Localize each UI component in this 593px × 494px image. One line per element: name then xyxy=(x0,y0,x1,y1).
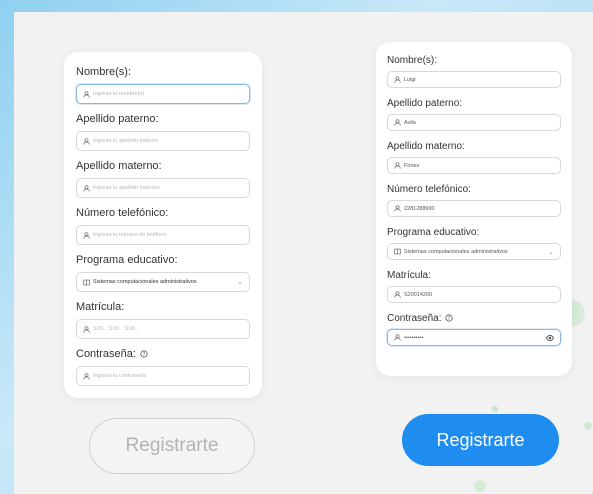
phone-placeholder: Ingresa tu número de teléfono xyxy=(93,232,167,238)
user-icon xyxy=(394,334,404,341)
field-label: Programa educativo: xyxy=(76,254,178,266)
maternal-surname-value: Flores xyxy=(404,162,420,169)
decor-dot xyxy=(474,480,486,492)
user-icon xyxy=(394,162,404,169)
field-label: Contraseña:? xyxy=(387,312,561,325)
decor-dot xyxy=(492,406,498,412)
register-button[interactable]: Registrarte xyxy=(402,414,559,466)
program-select[interactable]: Sistemas computacionales administrativos… xyxy=(76,272,250,292)
field-label: Apellido paterno: xyxy=(76,113,159,125)
user-icon xyxy=(83,372,93,380)
book-icon xyxy=(83,279,93,286)
eye-icon[interactable] xyxy=(546,334,554,342)
field-label: Contraseña:? xyxy=(76,348,250,361)
canvas: Nombre(s): Ingresa tu nombre(s) Apellido… xyxy=(14,12,593,494)
user-icon xyxy=(83,90,93,98)
field-label: Número telefónico: xyxy=(76,207,169,219)
phone-value: 2281288900 xyxy=(404,205,435,212)
field-label: Apellido paterno: xyxy=(387,98,463,109)
user-icon xyxy=(394,119,404,126)
help-icon[interactable]: ? xyxy=(140,350,148,358)
password-input[interactable]: •••••••••• xyxy=(387,329,561,346)
name-input[interactable]: Luigi xyxy=(387,71,561,88)
user-icon xyxy=(394,205,404,212)
field-label: Matrícula: xyxy=(76,301,125,313)
password-value: •••••••••• xyxy=(404,334,424,341)
paternal-surname-input[interactable]: Ingresa tu apellido paterno xyxy=(76,131,250,151)
paternal-surname-placeholder: Ingresa tu apellido paterno xyxy=(93,138,159,144)
user-icon xyxy=(83,137,93,145)
user-icon xyxy=(394,76,404,83)
field-label: Número telefónico: xyxy=(387,184,471,195)
user-icon xyxy=(394,291,404,298)
enrollment-input[interactable]: S20014200 xyxy=(387,286,561,303)
field-label: Nombre(s): xyxy=(76,66,132,78)
password-label: Contraseña: xyxy=(387,313,442,324)
maternal-surname-input[interactable]: Flores xyxy=(387,157,561,174)
chevron-down-icon: ⌄ xyxy=(548,248,554,256)
name-placeholder: Ingresa tu nombre(s) xyxy=(93,91,145,97)
field-label: Apellido materno: xyxy=(387,141,465,152)
decor-dot xyxy=(584,422,592,430)
enrollment-placeholder: S20... S19... S18... xyxy=(93,326,140,332)
field-label: Programa educativo: xyxy=(387,227,480,238)
paternal-surname-input[interactable]: Avila xyxy=(387,114,561,131)
phone-input[interactable]: Ingresa tu número de teléfono xyxy=(76,225,250,245)
user-icon xyxy=(83,231,93,239)
chevron-down-icon: ⌄ xyxy=(237,279,243,286)
enrollment-input[interactable]: S20... S19... S18... xyxy=(76,319,250,339)
maternal-surname-input[interactable]: Ingresa tu apellido materno xyxy=(76,178,250,198)
name-value: Luigi xyxy=(404,76,416,83)
paternal-surname-value: Avila xyxy=(404,119,416,126)
name-input[interactable]: Ingresa tu nombre(s) xyxy=(76,84,250,104)
program-value: Sistemas computacionales administrativos xyxy=(93,279,197,285)
field-label: Matrícula: xyxy=(387,270,431,281)
maternal-surname-placeholder: Ingresa tu apellido materno xyxy=(93,185,160,191)
field-label: Apellido materno: xyxy=(76,160,162,172)
enrollment-value: S20014200 xyxy=(404,291,433,298)
registration-card-empty: Nombre(s): Ingresa tu nombre(s) Apellido… xyxy=(64,52,262,398)
help-icon[interactable]: ? xyxy=(445,314,454,322)
program-value: Sistemas computacionales administrativos xyxy=(404,248,508,255)
password-placeholder: Ingresa tu contraseña xyxy=(93,373,147,379)
user-icon xyxy=(83,184,93,192)
field-label: Nombre(s): xyxy=(387,55,438,66)
user-icon xyxy=(83,325,93,333)
password-label: Contraseña: xyxy=(76,348,136,360)
phone-input[interactable]: 2281288900 xyxy=(387,200,561,217)
password-input[interactable]: Ingresa tu contraseña xyxy=(76,366,250,386)
program-select[interactable]: Sistemas computacionales administrativos… xyxy=(387,243,561,260)
registration-card-filled: Nombre(s): Luigi Apellido paterno: Avila… xyxy=(376,42,572,376)
book-icon xyxy=(394,248,404,255)
register-button-disabled[interactable]: Registrarte xyxy=(89,418,255,474)
